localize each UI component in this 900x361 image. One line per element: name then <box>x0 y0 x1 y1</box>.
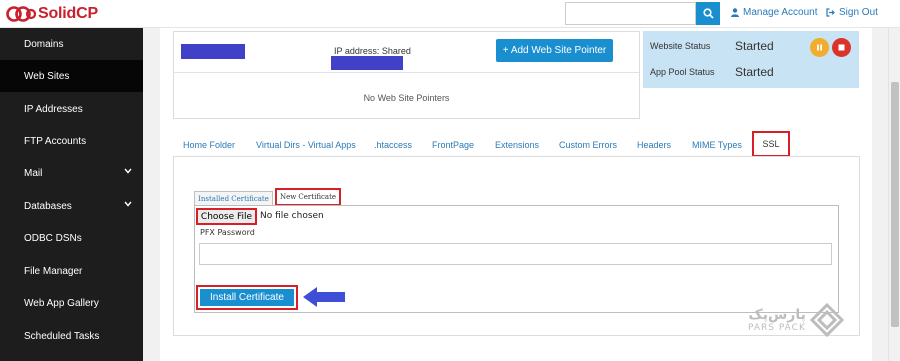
install-certificate-label: Install Certificate <box>200 289 294 306</box>
parspack-logo-icon <box>809 303 844 337</box>
logo-icon <box>6 6 36 22</box>
user-icon <box>731 8 739 17</box>
sidebar-item-databases[interactable]: Databases <box>0 190 143 222</box>
logo-text: SolidCP <box>38 5 98 22</box>
tab-htaccess[interactable]: .htaccess <box>374 140 412 150</box>
stop-icon <box>838 44 845 51</box>
stop-button[interactable] <box>832 38 851 57</box>
choose-file-button[interactable]: Choose File <box>196 208 257 225</box>
sidebar-item-label: ODBC DSNs <box>24 232 82 244</box>
pause-button[interactable] <box>810 38 829 57</box>
pause-icon <box>817 44 822 51</box>
file-status-text: No file chosen <box>260 211 324 221</box>
watermark-text-en: PARS PACK <box>748 322 806 333</box>
sidebar-item-label: FTP Accounts <box>24 135 87 147</box>
install-certificate-button[interactable]: Install Certificate <box>196 285 298 310</box>
sign-out-label: Sign Out <box>839 7 878 18</box>
pfx-password-input[interactable] <box>199 243 832 265</box>
sidebar-item-scheduled-tasks[interactable]: Scheduled Tasks <box>0 320 143 352</box>
app-pool-status-value: Started <box>735 65 774 79</box>
tab-home-folder[interactable]: Home Folder <box>183 140 235 150</box>
sign-out-link[interactable]: Sign Out <box>826 7 878 18</box>
scrollbar-thumb[interactable] <box>891 82 899 327</box>
divider <box>174 72 639 73</box>
pfx-password-label: PFX Password <box>200 228 255 237</box>
watermark-text-fa: پارس‌پک <box>748 306 806 323</box>
add-web-site-pointer-button[interactable]: + Add Web Site Pointer <box>496 39 613 62</box>
arrow-left-icon <box>303 287 345 307</box>
empty-pointers-message: No Web Site Pointers <box>363 93 450 103</box>
search-icon <box>702 8 714 19</box>
tab-frontpage[interactable]: FrontPage <box>432 140 474 150</box>
sidebar-item-web-app-gallery[interactable]: Web App Gallery <box>0 287 143 319</box>
sidebar-item-label: Mail <box>24 167 43 179</box>
sidebar: Domains Web Sites IP Addresses FTP Accou… <box>0 28 143 361</box>
top-bar: SolidCP Manage Account Sign Out <box>0 0 900 28</box>
tab-mime-types[interactable]: MIME Types <box>692 140 742 150</box>
tab-headers[interactable]: Headers <box>637 140 671 150</box>
sidebar-item-file-manager[interactable]: File Manager <box>0 255 143 287</box>
sign-out-icon <box>826 8 835 17</box>
sidebar-item-ftp-accounts[interactable]: FTP Accounts <box>0 125 143 157</box>
redacted-site-name <box>181 44 245 59</box>
website-status-label: Website Status <box>650 41 711 51</box>
search-input[interactable] <box>565 2 696 25</box>
sidebar-item-web-sites[interactable]: Web Sites <box>0 60 143 92</box>
app-pool-status-label: App Pool Status <box>650 67 715 77</box>
sidebar-item-label: Web App Gallery <box>24 297 99 309</box>
search-button[interactable] <box>696 2 720 25</box>
subtab-new-certificate[interactable]: New Certificate <box>275 188 341 206</box>
sidebar-item-mail[interactable]: Mail <box>0 157 143 189</box>
web-site-pointers-panel: IP address: Shared + Add Web Site Pointe… <box>173 31 640 119</box>
chevron-down-icon <box>124 168 132 174</box>
tab-extensions[interactable]: Extensions <box>495 140 539 150</box>
sidebar-item-label: Databases <box>24 200 72 212</box>
sidebar-item-label: Scheduled Tasks <box>24 330 100 342</box>
sidebar-item-label: Web Sites <box>24 70 70 82</box>
chevron-down-icon <box>124 201 132 207</box>
tab-ssl[interactable]: SSL <box>752 131 790 157</box>
status-panel: Website Status Started App Pool Status S… <box>643 31 859 88</box>
sidebar-item-ip-addresses[interactable]: IP Addresses <box>0 93 143 125</box>
logo[interactable]: SolidCP <box>6 4 98 24</box>
subtab-installed-certificate[interactable]: Installed Certificate <box>194 191 273 205</box>
sidebar-item-domains[interactable]: Domains <box>0 28 143 60</box>
website-status-value: Started <box>735 39 774 53</box>
sidebar-item-label: File Manager <box>24 265 83 277</box>
manage-account-link[interactable]: Manage Account <box>731 7 818 18</box>
scrollbar[interactable] <box>888 28 900 361</box>
sidebar-item-label: IP Addresses <box>24 103 83 115</box>
tab-custom-errors[interactable]: Custom Errors <box>559 140 617 150</box>
manage-account-label: Manage Account <box>743 7 818 18</box>
sidebar-item-label: Domains <box>24 38 64 50</box>
sidebar-item-odbc-dsns[interactable]: ODBC DSNs <box>0 222 143 254</box>
parspack-watermark: پارس‌پک PARS PACK <box>748 303 844 337</box>
ip-address-label: IP address: Shared <box>334 46 411 56</box>
redacted-ip-address <box>331 56 403 70</box>
tab-virtual-dirs[interactable]: Virtual Dirs - Virtual Apps <box>256 140 356 150</box>
